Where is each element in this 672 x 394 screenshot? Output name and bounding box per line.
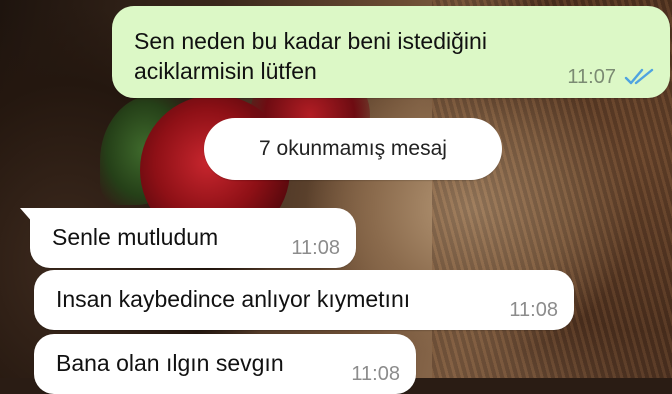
double-check-read-icon — [624, 68, 654, 85]
unread-messages-banner: 7 okunmamış mesaj — [204, 118, 502, 180]
incoming-message-time: 11:08 — [509, 299, 558, 321]
outgoing-message-time: 11:07 — [567, 66, 616, 88]
incoming-message-time: 11:08 — [351, 363, 400, 385]
incoming-message-text: Insan kaybedince anlıyor kıymetını — [56, 286, 411, 312]
incoming-message-bubble[interactable]: Bana olan ılgın sevgın 11:08 — [34, 334, 416, 394]
incoming-message-time: 11:08 — [291, 237, 340, 259]
incoming-message-text: Bana olan ılgın sevgın — [56, 350, 284, 376]
incoming-message-bubble[interactable]: Insan kaybedince anlıyor kıymetını 11:08 — [34, 270, 574, 330]
incoming-message-bubble[interactable]: Senle mutludum 11:08 — [20, 208, 356, 268]
incoming-message-text: Senle mutludum — [52, 224, 219, 250]
unread-messages-label: 7 okunmamış mesaj — [259, 137, 447, 160]
outgoing-message-text: Sen neden bu kadar beni istediğini acikl… — [134, 28, 487, 84]
outgoing-message-bubble[interactable]: Sen neden bu kadar beni istediğini acikl… — [112, 6, 670, 98]
outgoing-message-meta: 11:07 — [567, 62, 656, 92]
